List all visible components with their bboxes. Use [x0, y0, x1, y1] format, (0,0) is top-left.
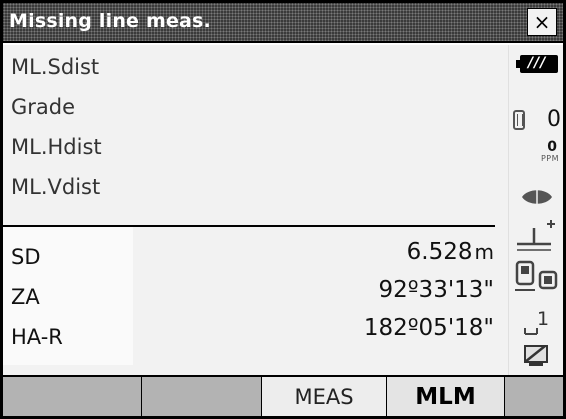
- title-bar: Missing line meas. ×: [3, 3, 563, 43]
- ppm-label: PPM: [540, 154, 559, 163]
- prism-constant-indicator: 0: [509, 107, 564, 133]
- measurement-panel: ML.Sdist Grade ML.Hdist ML.Vdist SD 6.52…: [3, 45, 508, 375]
- sd-label: SD: [11, 245, 41, 269]
- sd-value: 6.528 m: [407, 239, 494, 265]
- status-column: /// 0 0 PPM 1: [508, 45, 563, 375]
- ml-vdist-label: ML.Vdist: [11, 175, 101, 199]
- close-button[interactable]: ×: [527, 8, 557, 36]
- sd-value-number: 6.528: [406, 239, 473, 265]
- close-icon: ×: [533, 10, 551, 34]
- mlm-softkey[interactable]: MLM: [387, 377, 505, 416]
- input-mode-number: 1: [537, 308, 550, 330]
- instrument-window: Missing line meas. × ML.Sdist Grade ML.H…: [0, 0, 566, 419]
- ppm-value: 0: [547, 139, 557, 155]
- softkey-5[interactable]: [505, 377, 563, 416]
- za-value: 92º33'13": [378, 277, 494, 303]
- prism-constant-value: 0: [547, 107, 561, 132]
- softkey-1[interactable]: [3, 377, 142, 416]
- za-label: ZA: [11, 285, 40, 309]
- ml-hdist-label: ML.Hdist: [11, 135, 102, 159]
- tilt-icon: [517, 220, 555, 251]
- battery-level: ///: [528, 55, 547, 71]
- sd-unit: m: [474, 240, 494, 264]
- battery-icon: ///: [516, 55, 558, 73]
- communication-icon: [515, 260, 558, 291]
- ha-r-label: HA-R: [11, 325, 63, 349]
- prism-icon: [513, 110, 525, 130]
- window-title: Missing line meas.: [9, 10, 211, 32]
- ha-r-value: 182º05'18": [363, 315, 494, 341]
- meas-softkey[interactable]: MEAS: [262, 377, 387, 416]
- memory-icon: [524, 345, 548, 366]
- softkey-bar: MEAS MLM: [3, 375, 563, 416]
- softkey-2[interactable]: [142, 377, 262, 416]
- grade-label: Grade: [11, 95, 76, 119]
- ml-sdist-label: ML.Sdist: [11, 55, 100, 79]
- laser-plummet-icon: [522, 190, 552, 204]
